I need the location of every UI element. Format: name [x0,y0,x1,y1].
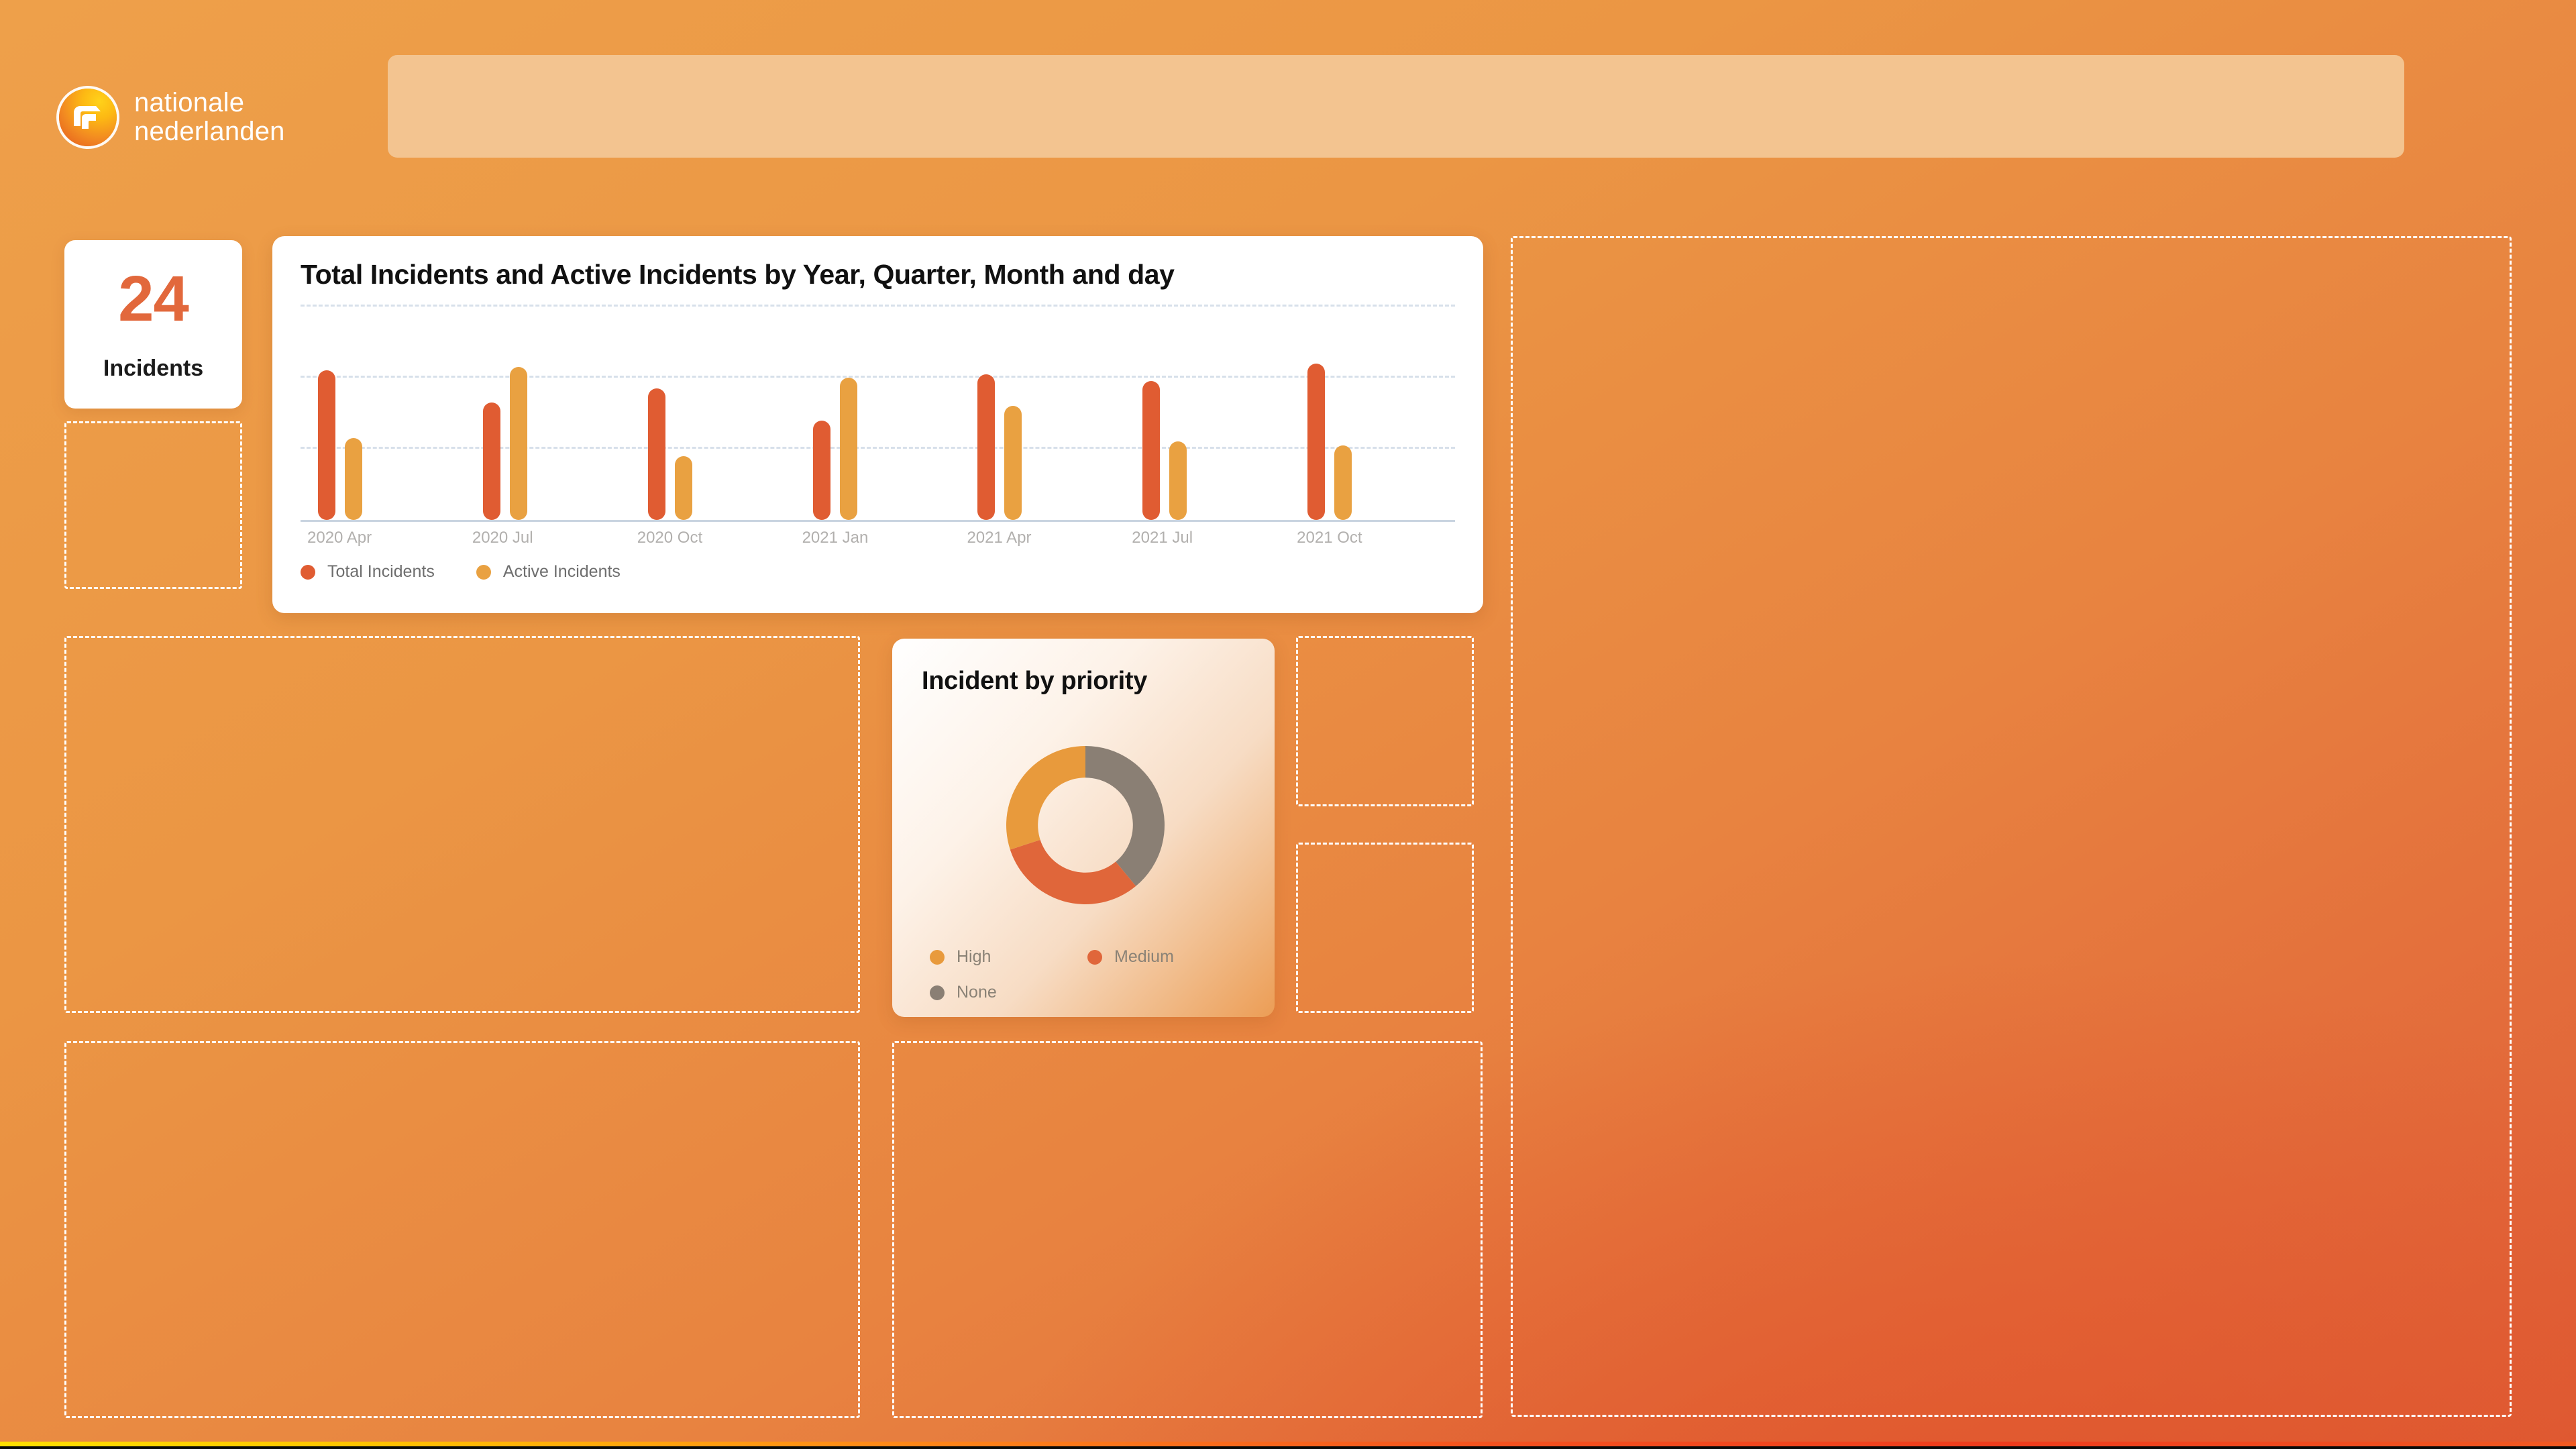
kpi-card-incidents[interactable]: 24 Incidents [64,240,242,409]
legend-label: Medium [1114,947,1174,966]
legend-dot-icon [301,564,315,580]
x-axis-line [301,520,1455,522]
kpi-label: Incidents [103,356,204,381]
legend-dot-icon [930,949,945,965]
x-axis-tick: 2020 Jul [472,529,533,547]
legend-dot-icon [476,564,491,580]
x-axis-tick: 2021 Jul [1132,529,1193,547]
bar-group[interactable] [301,307,466,520]
dashboard-canvas: nationale nederlanden 24 Incidents Total… [0,0,2576,1449]
legend-item[interactable]: None [930,983,1087,1002]
nationale-nederlanden-logo-icon [59,89,117,147]
bar-chart-title: Total Incidents and Active Incidents by … [301,259,1175,290]
donut-chart-title: Incident by priority [922,667,1148,695]
bar-total[interactable] [1307,363,1326,520]
placeholder-left-large[interactable] [64,636,860,1013]
legend-item[interactable]: High [930,947,1087,967]
placeholder-bottom-mid[interactable] [892,1041,1483,1418]
x-axis-tick: 2021 Jan [802,529,869,547]
donut-slice-medium[interactable] [1010,839,1136,904]
x-axis-tick: 2020 Apr [307,529,372,547]
placeholder-mid-right-bottom[interactable] [1296,843,1474,1013]
bar-active[interactable] [839,378,857,520]
x-axis-tick-labels: 2020 Apr 2020 Jul 2020 Oct 2021 Jan 2021 Apr… [301,529,1455,547]
donut-slice-high[interactable] [1006,746,1085,850]
legend-label: Active Incidents [502,562,621,581]
header-banner[interactable] [388,55,2404,158]
kpi-value: 24 [118,263,189,335]
bar-active[interactable] [674,455,692,520]
legend-item[interactable]: Total Incidents [301,562,435,582]
bottom-edge [0,1446,2576,1449]
legend-item[interactable]: Medium [1087,947,1245,967]
bar-total[interactable] [482,402,500,520]
bar-group[interactable] [466,307,631,520]
bar-chart-legend: Total Incidents Active Incidents [301,562,621,582]
bar-active[interactable] [1169,441,1187,520]
legend-dot-icon [930,985,945,1000]
bar-active[interactable] [1004,406,1022,520]
brand-name: nationale nederlanden [134,88,285,147]
donut-slice-none[interactable] [1085,746,1165,886]
placeholder-right-tall[interactable] [1511,236,2512,1417]
bar-chart-plot [301,301,1455,522]
legend-label: High [957,947,991,966]
donut-chart-card[interactable]: Incident by priority High Medium None [892,639,1275,1017]
bar-chart-card[interactable]: Total Incidents and Active Incidents by … [272,236,1483,613]
bar-active[interactable] [345,438,362,520]
bar-total[interactable] [318,370,335,520]
bar-group[interactable] [631,307,796,520]
bar-group[interactable] [960,307,1125,520]
x-axis-tick: 2020 Oct [637,529,703,547]
legend-item[interactable]: Active Incidents [476,562,621,582]
donut-chart-legend: High Medium None [930,947,1245,1002]
bar-group[interactable] [1125,307,1290,520]
bar-total[interactable] [812,420,830,520]
bar-group[interactable] [1290,307,1455,520]
donut-chart[interactable] [986,726,1185,924]
bar-total[interactable] [1142,381,1161,520]
bar-total[interactable] [977,374,996,520]
bar-active[interactable] [509,367,527,520]
placeholder-bottom-left[interactable] [64,1041,860,1418]
x-axis-tick: 2021 Oct [1297,529,1362,547]
bar-group[interactable] [796,307,961,520]
legend-label: None [957,983,997,1002]
placeholder-mid-right-top[interactable] [1296,636,1474,806]
bar-total[interactable] [647,388,665,520]
placeholder-left-small[interactable] [64,421,242,589]
brand-logo: nationale nederlanden [59,88,285,147]
bar-active[interactable] [1334,445,1352,520]
bar-series-container [301,307,1455,520]
legend-label: Total Incidents [327,562,435,581]
x-axis-tick: 2021 Apr [967,529,1032,547]
legend-dot-icon [1087,949,1102,965]
